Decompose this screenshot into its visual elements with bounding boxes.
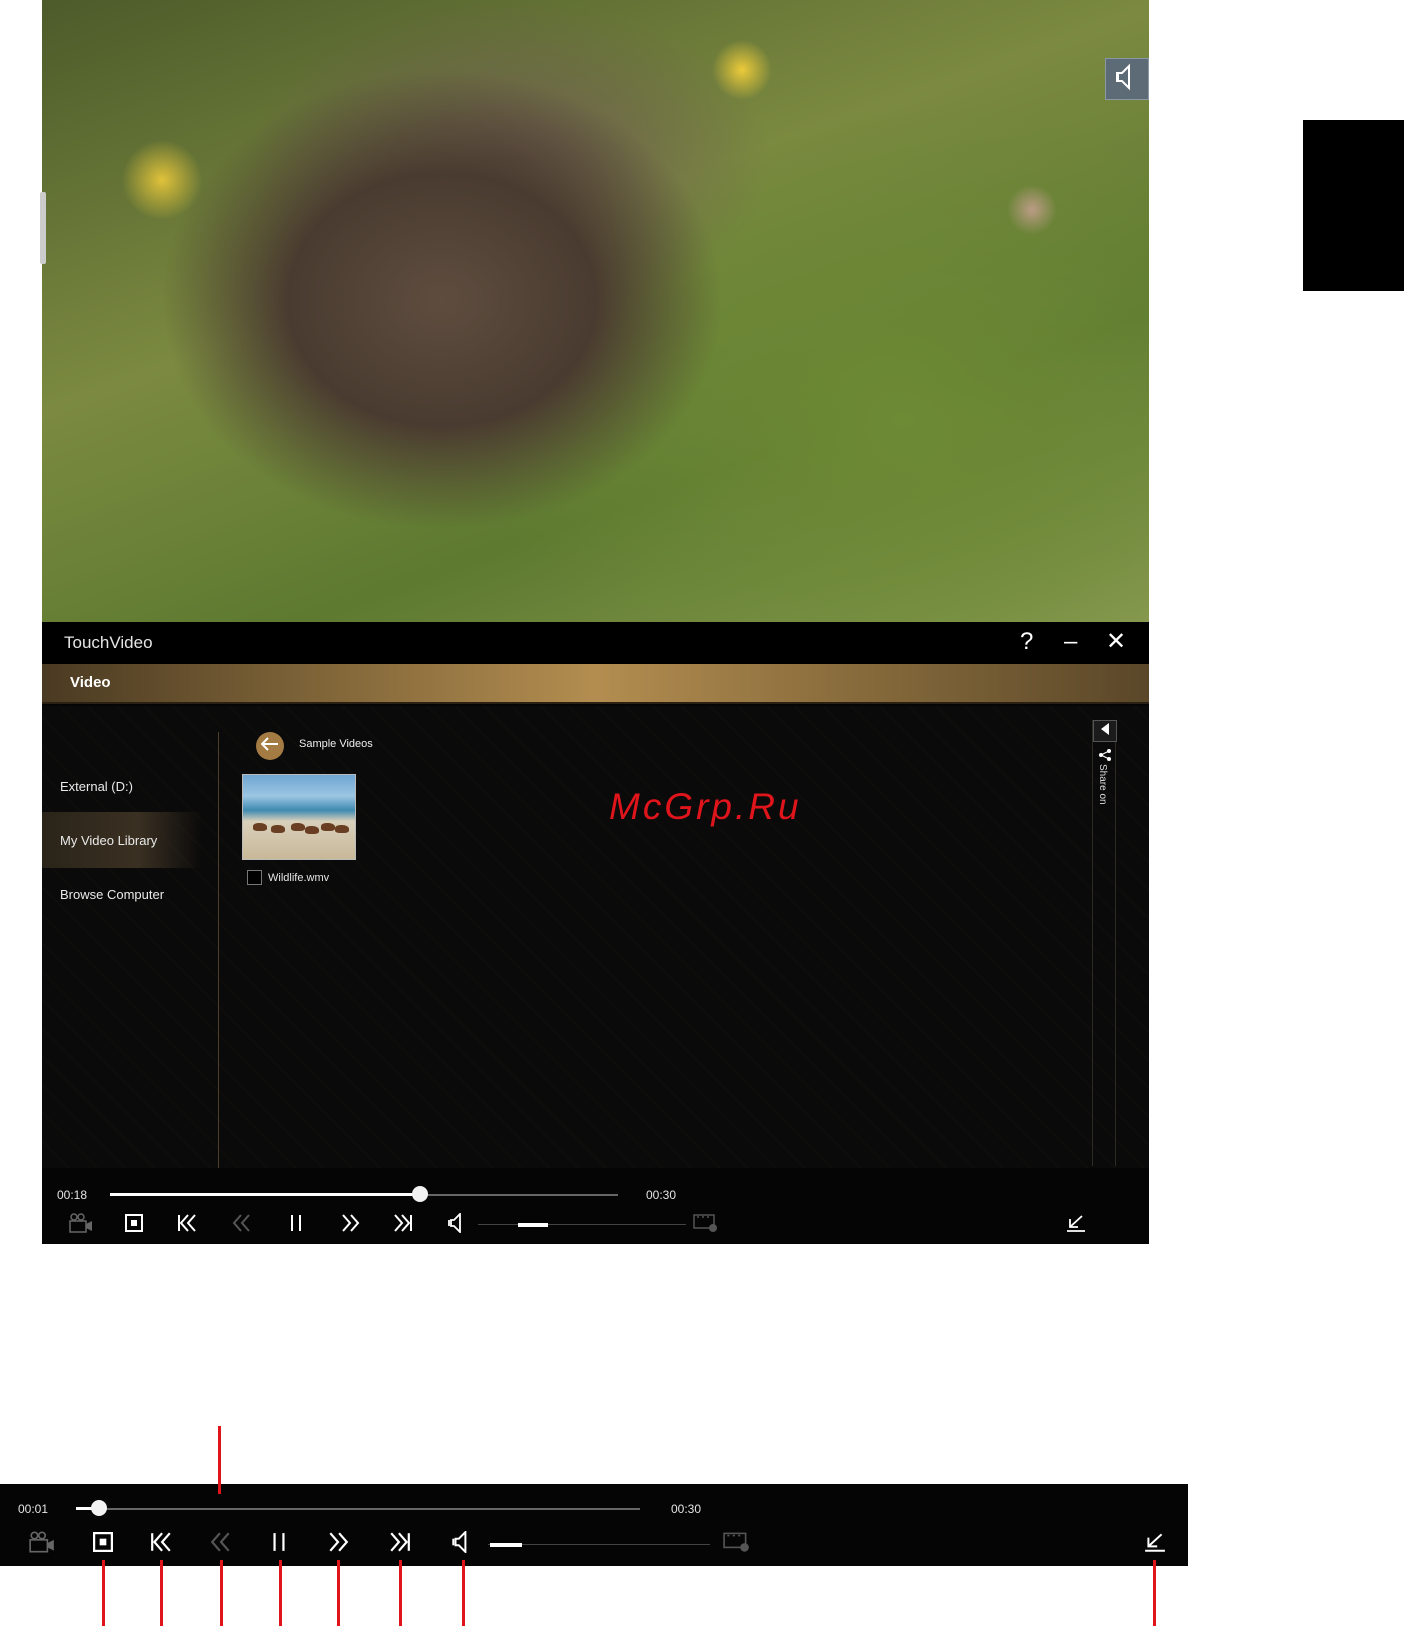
tab-bar: Video — [42, 664, 1149, 704]
camera-icon — [68, 1212, 94, 1238]
minimize-player-button[interactable] — [1062, 1210, 1090, 1240]
enlarged-video-source-button[interactable] — [26, 1528, 58, 1560]
share-panel: Share on — [1092, 720, 1117, 1166]
callout-line-pause — [279, 1560, 282, 1626]
skip-back-icon — [150, 1531, 172, 1557]
stop-icon — [93, 1531, 113, 1557]
enlarged-seek-knob[interactable] — [91, 1500, 107, 1516]
seek-knob[interactable] — [412, 1186, 428, 1202]
callout-line-seek — [218, 1426, 221, 1494]
enlarged-seek-bar[interactable] — [76, 1508, 640, 1510]
speaker-icon — [451, 1529, 471, 1558]
callout-line-minimize — [1153, 1560, 1156, 1626]
arrow-down-left-icon — [1144, 1532, 1166, 1557]
watermark: McGrp.Ru — [609, 786, 802, 827]
callout-line-rewind — [220, 1560, 223, 1626]
enlarged-current-time: 00:01 — [18, 1502, 49, 1516]
previous-track-button[interactable] — [173, 1210, 201, 1240]
screenshot-button[interactable] — [692, 1210, 720, 1240]
triangle-left-icon — [1100, 722, 1110, 740]
minimize-button[interactable]: – — [1064, 630, 1077, 654]
back-button[interactable] — [256, 732, 284, 760]
pause-icon — [271, 1532, 287, 1557]
mute-overlay-button[interactable] — [1105, 58, 1149, 100]
player-controls: 00:18 00:30 — [42, 1168, 1149, 1244]
enlarged-screenshot-button[interactable] — [722, 1528, 752, 1560]
enlarged-total-time: 00:30 — [671, 1502, 702, 1516]
rewind-icon — [232, 1213, 252, 1237]
enlarged-volume-level — [490, 1543, 522, 1547]
pause-icon — [289, 1214, 303, 1237]
total-time: 00:30 — [646, 1188, 677, 1202]
stop-icon — [125, 1213, 143, 1237]
fast-forward-button[interactable] — [336, 1210, 364, 1240]
mute-button[interactable] — [442, 1210, 470, 1240]
enlarged-mute-button[interactable] — [446, 1528, 476, 1560]
sidebar-item-browse-computer[interactable]: Browse Computer — [42, 866, 202, 922]
enlarged-stop-button[interactable] — [88, 1528, 118, 1560]
enlarged-next-track-button[interactable] — [385, 1528, 415, 1560]
fast-forward-icon — [327, 1531, 349, 1557]
video-thumbnail[interactable] — [242, 774, 356, 860]
close-button[interactable]: ✕ — [1106, 630, 1126, 654]
file-checkbox[interactable] — [247, 870, 262, 885]
callout-line-next — [399, 1560, 402, 1626]
library-content: External (D:) My Video Library Browse Co… — [42, 706, 1149, 1168]
help-button[interactable]: ? — [1020, 630, 1033, 654]
callout-line-forward — [337, 1560, 340, 1626]
enlarged-minimize-player-button[interactable] — [1140, 1528, 1170, 1560]
arrow-left-icon — [260, 736, 279, 756]
sidebar-item-my-video-library[interactable]: My Video Library — [42, 812, 202, 868]
sidebar-divider — [218, 732, 219, 1168]
enlarged-rewind-button[interactable] — [206, 1528, 236, 1560]
enlarged-pause-button[interactable] — [264, 1528, 294, 1560]
volume-level — [518, 1223, 548, 1227]
skip-back-icon — [177, 1213, 197, 1237]
next-track-button[interactable] — [389, 1210, 417, 1240]
video-source-button[interactable] — [66, 1210, 96, 1240]
share-panel-toggle[interactable] — [1093, 720, 1117, 742]
enlarged-fast-forward-button[interactable] — [323, 1528, 353, 1560]
breadcrumb: Sample Videos — [299, 738, 373, 750]
file-name: Wildlife.wmv — [268, 872, 330, 884]
rewind-button[interactable] — [228, 1210, 256, 1240]
sidebar: External (D:) My Video Library Browse Co… — [42, 706, 218, 1168]
seek-bar-progress — [110, 1193, 420, 1196]
film-settings-icon — [723, 1531, 751, 1558]
callout-line-volume — [462, 1560, 465, 1626]
arrow-down-left-icon — [1066, 1214, 1086, 1237]
film-settings-icon — [693, 1213, 719, 1238]
title-bar: TouchVideo ? – ✕ — [42, 622, 1149, 664]
share-label[interactable]: Share on — [1097, 764, 1108, 805]
stop-button[interactable] — [120, 1210, 148, 1240]
tab-video[interactable]: Video — [70, 674, 111, 691]
current-time: 00:18 — [57, 1188, 88, 1202]
page-tab-marker — [1303, 120, 1404, 291]
speaker-icon — [447, 1211, 465, 1238]
speaker-icon — [1114, 63, 1140, 96]
volume-slider[interactable] — [478, 1224, 686, 1225]
sidebar-item-external[interactable]: External (D:) — [42, 758, 202, 814]
app-title: TouchVideo — [64, 633, 153, 652]
touchvideo-window: TouchVideo ? – ✕ Video External (D:) My … — [42, 622, 1149, 1244]
rewind-icon — [210, 1531, 232, 1557]
skip-forward-icon — [389, 1531, 411, 1557]
side-handle[interactable] — [40, 192, 46, 264]
camera-icon — [28, 1531, 56, 1558]
video-frame[interactable] — [42, 0, 1149, 622]
enlarged-previous-track-button[interactable] — [146, 1528, 176, 1560]
pause-button[interactable] — [282, 1210, 310, 1240]
fast-forward-icon — [340, 1213, 360, 1237]
enlarged-player-controls: 00:01 00:30 — [0, 1484, 1188, 1566]
callout-line-stop — [102, 1560, 105, 1626]
callout-line-previous — [160, 1560, 163, 1626]
skip-forward-icon — [393, 1213, 413, 1237]
